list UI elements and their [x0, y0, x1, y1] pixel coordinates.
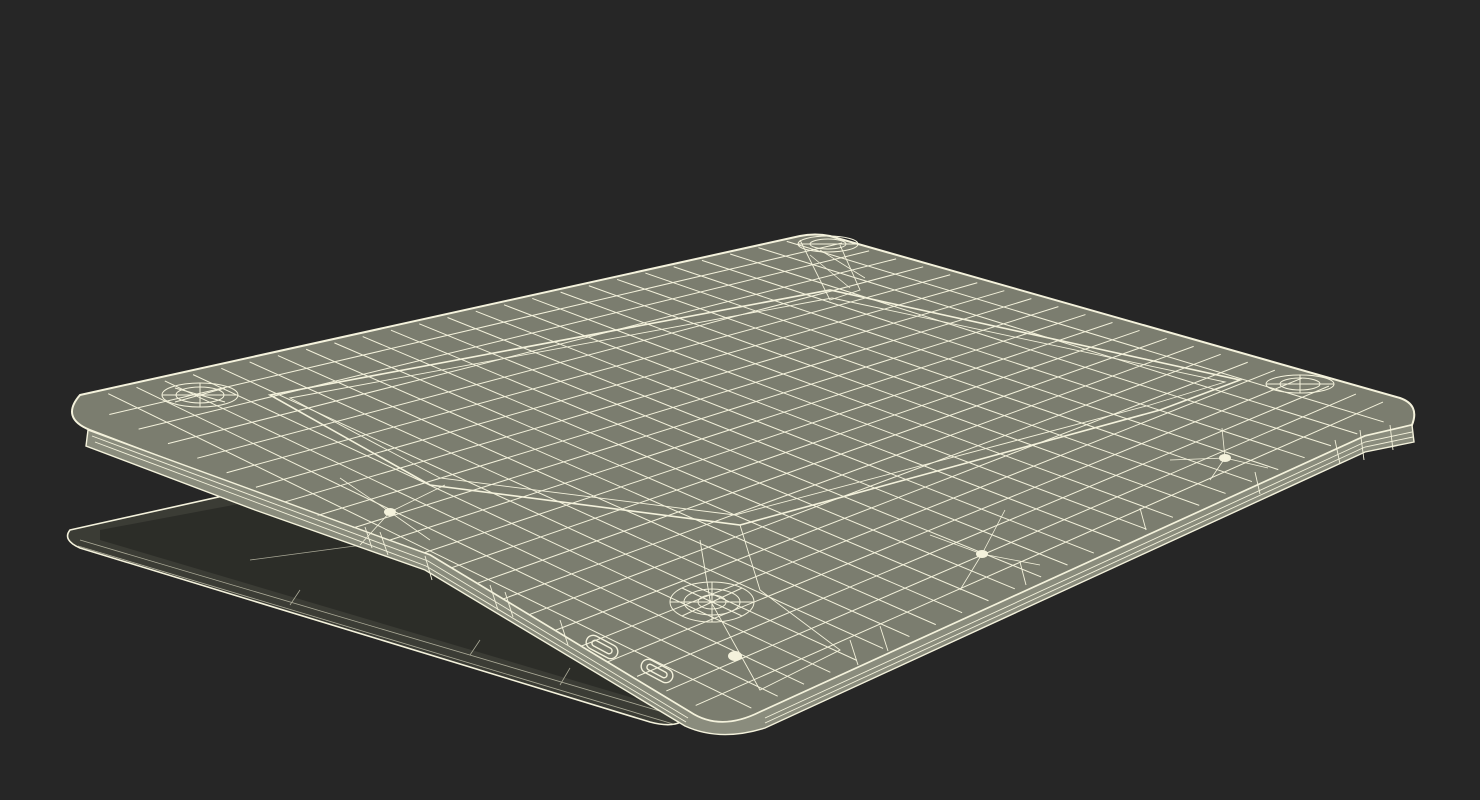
laptop-wireframe-render: [66, 233, 1416, 736]
rubber-foot-front: [669, 581, 755, 623]
laptop-lid: [71, 233, 1416, 736]
screw-point: [728, 651, 742, 661]
rubber-foot-left: [161, 382, 239, 408]
rubber-foot-right: [1265, 374, 1335, 394]
lid-shell: [71, 233, 1416, 723]
